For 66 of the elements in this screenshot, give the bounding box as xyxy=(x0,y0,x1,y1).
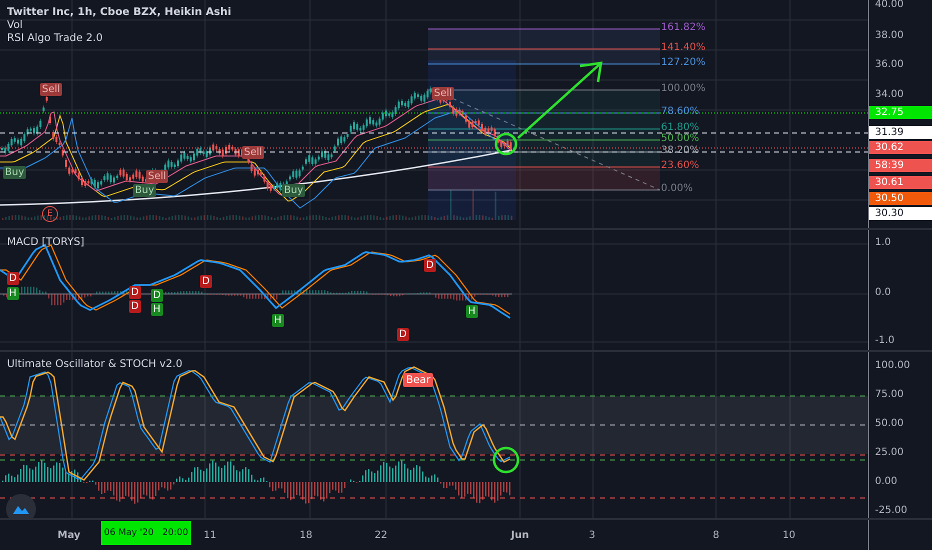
time-axis-label: 10 xyxy=(782,530,796,541)
price-badge: 32.75 xyxy=(869,106,932,119)
bullish-signal: D xyxy=(151,289,163,302)
time-axis-label: 18 xyxy=(300,530,312,541)
price-badge: 30.62 xyxy=(869,141,932,154)
fib-level-label: 127.20% xyxy=(661,57,706,68)
price-badge: 31.39 xyxy=(869,126,932,139)
axis-tick-label: 50.00 xyxy=(875,418,904,429)
bearish-signal: D xyxy=(129,300,141,313)
indicator-title: Ultimate Oscillator & STOCH v2.0 xyxy=(7,358,182,370)
indicator-label: Vol xyxy=(7,19,24,31)
time-axis-label: 3 xyxy=(588,530,596,541)
price-tick-label: 38.00 xyxy=(875,30,904,41)
time-axis-label: 8 xyxy=(712,530,720,541)
bullish-signal: H xyxy=(151,303,163,316)
sell-signal: Sell xyxy=(40,83,62,96)
bear-signal: Bear xyxy=(403,373,434,387)
price-tick-label: 36.00 xyxy=(875,59,904,70)
axis-tick-label: -25.00 xyxy=(875,505,908,516)
indicator-label: RSI Algo Trade 2.0 xyxy=(7,32,104,44)
buy-signal: Buy xyxy=(3,166,26,179)
fib-level-label: 50.00% xyxy=(661,133,700,144)
fib-level-label: 141.40% xyxy=(661,42,706,53)
bearish-signal: D xyxy=(397,328,409,341)
fib-level-label: 61.80% xyxy=(661,122,700,133)
price-badge: 30.61 xyxy=(869,176,932,189)
bearish-signal: D xyxy=(7,272,19,285)
bearish-signal: D xyxy=(200,275,212,288)
axis-tick-label: 75.00 xyxy=(875,389,904,400)
indicator-title: MACD [TORYS] xyxy=(7,236,84,248)
axis-tick-label: 0.0 xyxy=(875,287,891,298)
chart-title: Twitter Inc, 1h, Cboe BZX, Heikin Ashi xyxy=(7,6,232,18)
bullish-signal: H xyxy=(7,287,19,300)
fib-level-label: 100.00% xyxy=(661,83,706,94)
price-badge: 58:39 xyxy=(869,159,932,172)
fib-level-label: 23.60% xyxy=(661,160,700,171)
axis-tick-label: 100.00 xyxy=(875,360,910,371)
crosshair-time-label: 06 May '20 20:00 xyxy=(101,521,192,545)
circle-annotation xyxy=(492,446,520,474)
fib-level-label: 0.00% xyxy=(661,183,693,194)
sell-signal: Sell xyxy=(242,146,264,159)
price-tick-label: 34.00 xyxy=(875,89,904,100)
axis-tick-label: 0.00 xyxy=(875,476,898,487)
bullish-signal: H xyxy=(466,305,478,318)
fib-level-label: 38.20% xyxy=(661,145,700,156)
fib-level-label: 161.82% xyxy=(661,22,706,33)
bearish-signal: D xyxy=(129,286,141,299)
time-axis-label: May xyxy=(58,530,80,541)
circle-annotation xyxy=(494,132,518,156)
earnings-marker: E xyxy=(42,206,58,222)
axis-tick-label: 25.00 xyxy=(875,447,904,458)
price-badge: 30.50 xyxy=(869,192,932,205)
time-axis-label: Jun xyxy=(511,530,529,541)
time-axis-label: 11 xyxy=(204,530,216,541)
axis-tick-label: 1.0 xyxy=(875,237,891,248)
fib-level-label: 78.60% xyxy=(661,106,700,117)
axis-tick-label: -1.0 xyxy=(875,335,895,346)
logo-icon[interactable] xyxy=(6,494,36,518)
sell-signal: Sell xyxy=(432,87,454,100)
sell-signal: Sell xyxy=(146,170,168,183)
time-axis-label: 22 xyxy=(374,530,388,541)
bullish-signal: H xyxy=(272,314,284,327)
buy-signal: Buy xyxy=(282,184,306,197)
buy-signal: Buy xyxy=(133,184,156,197)
price-badge: 30.30 xyxy=(869,207,932,220)
bearish-signal: D xyxy=(424,259,436,272)
